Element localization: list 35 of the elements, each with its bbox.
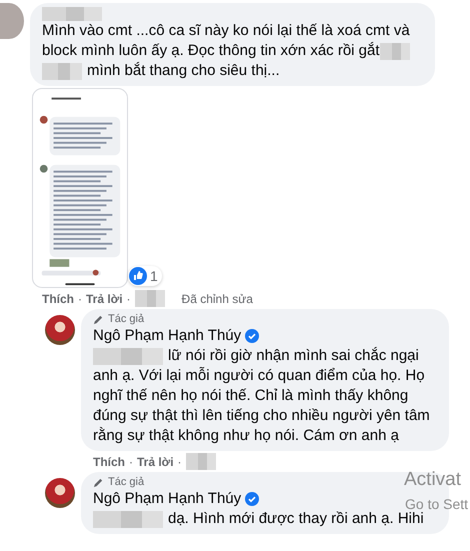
comment-text: lữ nói rồi giờ nhận mình sai chắc ngại — [168, 346, 419, 366]
redaction-block — [93, 348, 163, 365]
redaction-block — [186, 453, 216, 470]
author-name[interactable]: Ngô Phạm Hạnh Thúy — [93, 489, 242, 509]
comment-text: dạ. Hình mới được thay rồi anh ạ. Hihi — [168, 510, 424, 529]
avatar-icon — [45, 478, 75, 508]
edited-label: Đã chỉnh sửa — [182, 292, 253, 306]
comment-text: block mình luôn ấy ạ. Đọc thông tin xớn xác rồi gắt — [42, 41, 380, 61]
pencil-icon — [93, 314, 104, 325]
redaction-block — [93, 511, 163, 528]
comment-text: mình bắt thang cho siêu thị... — [87, 61, 280, 81]
avatar-icon — [45, 315, 75, 345]
reaction-count[interactable]: 1 — [128, 266, 162, 286]
comment-text: anh ạ. Với lại mỗi người có quan điểm của họ. Họ nghĩ thế nên họ nói thế. Chỉ là mình thấy không đúng sự thật thì lên tiếng cho nhiều người yên tâm rằng sự thật không như họ nói. Cám ơn anh ạ — [93, 366, 431, 446]
separator-dot: · — [129, 454, 133, 468]
author-name[interactable]: Ngô Phạm Hạnh Thúy — [93, 326, 242, 346]
redaction-block — [380, 43, 410, 60]
redaction-block — [42, 63, 82, 80]
action-link[interactable]: Thích — [42, 292, 74, 306]
system-notice: Activat — [404, 470, 462, 491]
comment-text: Mình vào cmt ...cô ca sĩ này ko nói lại thế là xoá cmt và — [42, 21, 410, 41]
redaction-block — [134, 290, 165, 307]
author-tag: Tác giả — [108, 313, 144, 326]
action-link[interactable]: Trả lời — [137, 454, 174, 468]
separator-dot: · — [78, 292, 82, 306]
separator-dot: · — [178, 454, 182, 468]
author-tag: Tác giả — [108, 476, 144, 489]
action-link[interactable]: Thích — [93, 454, 125, 468]
system-notice: Go to Sett — [405, 497, 468, 512]
blurred-avatar — [0, 3, 24, 39]
redaction-block — [42, 7, 102, 21]
like-icon — [129, 267, 147, 285]
separator-dot: · — [126, 292, 131, 306]
pencil-icon — [93, 477, 104, 488]
action-link[interactable]: Trả lời — [86, 292, 123, 306]
